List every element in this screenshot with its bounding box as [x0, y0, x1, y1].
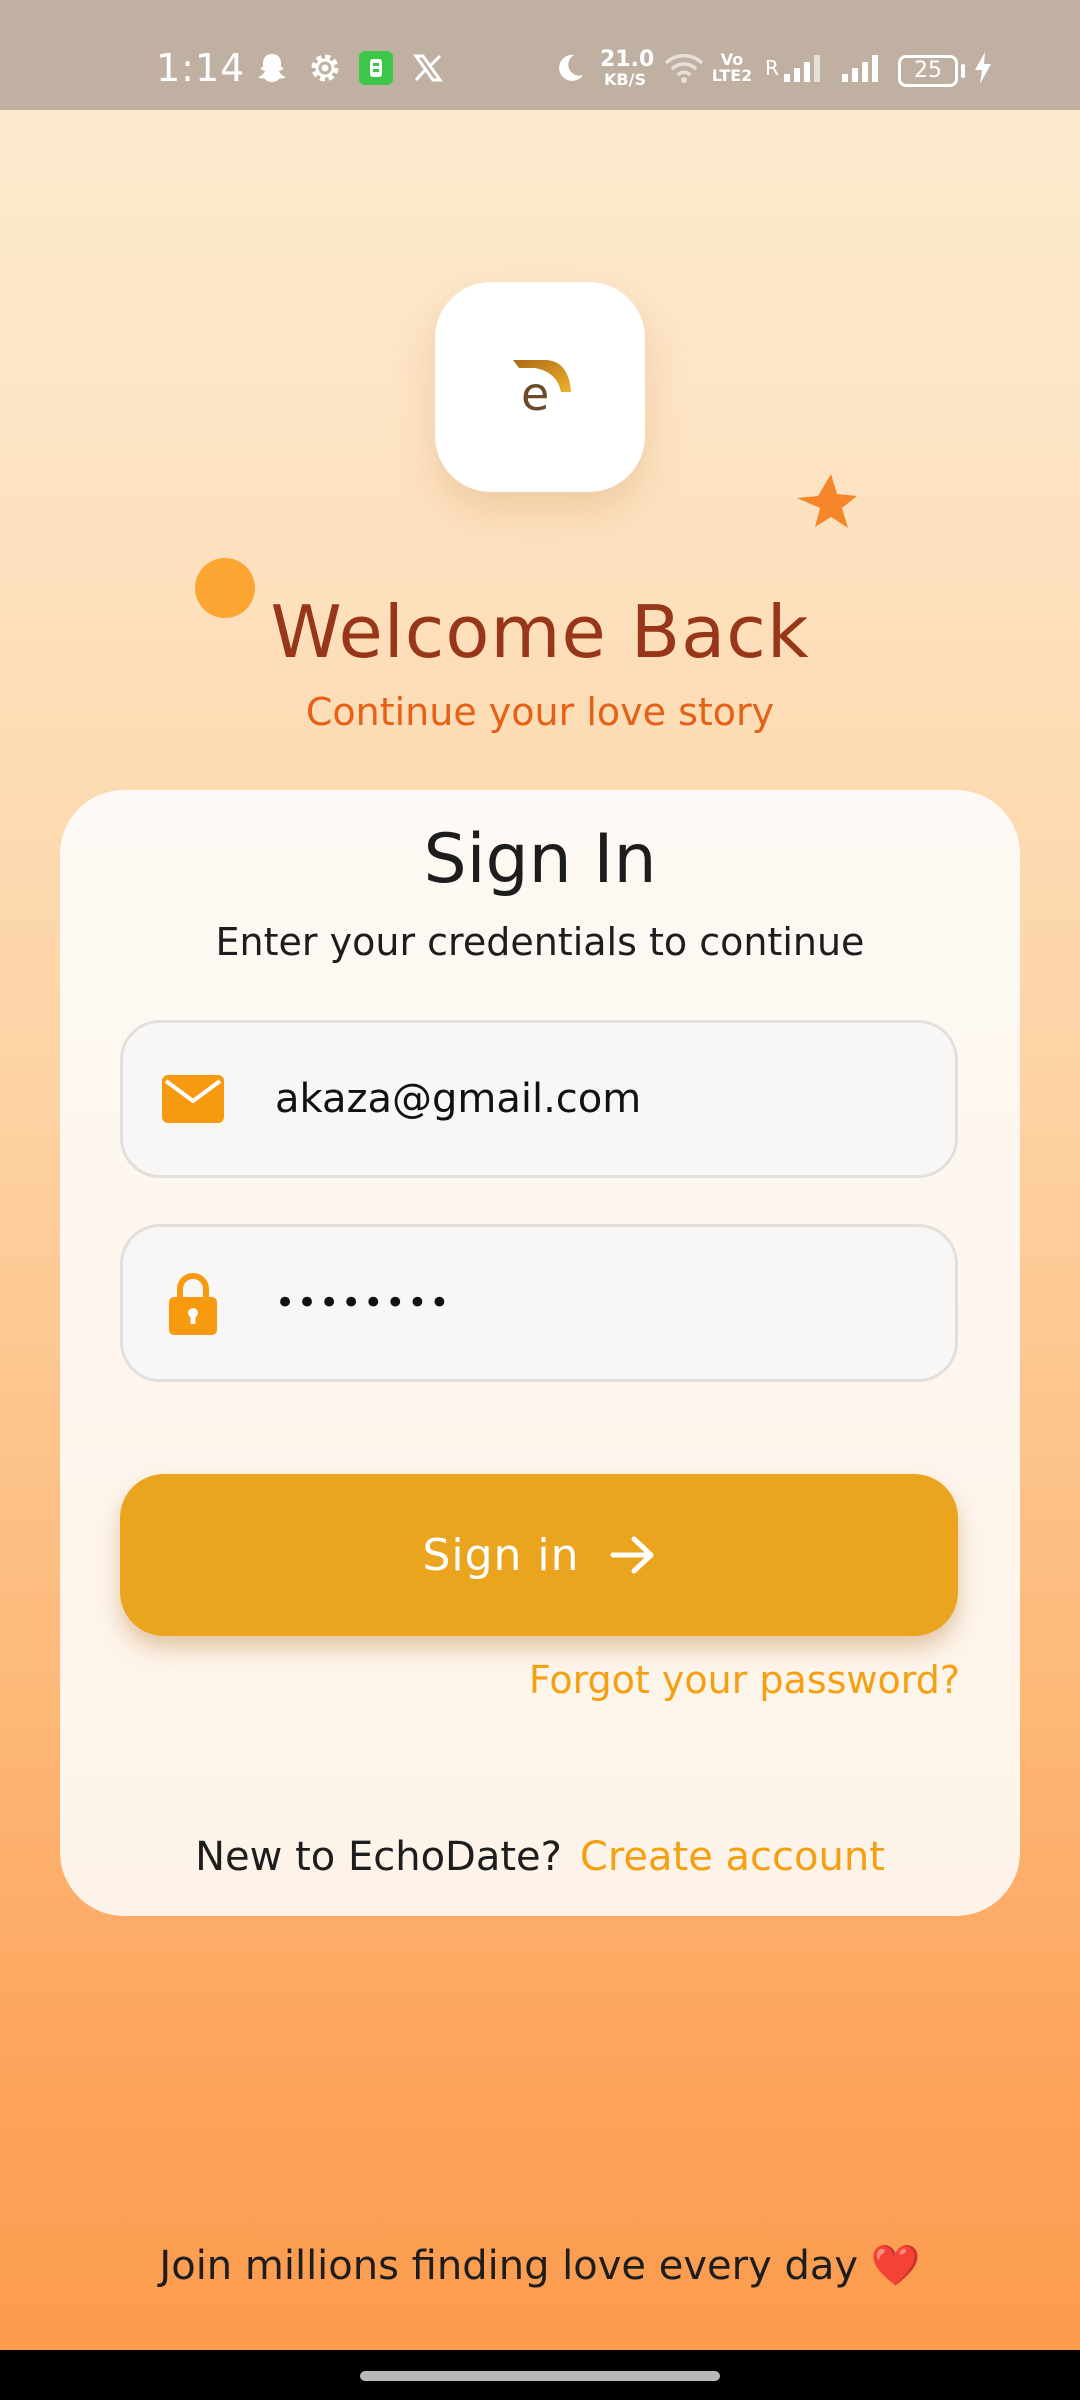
email-input[interactable]: [275, 1053, 915, 1145]
net-speed: 21.0 KB/S: [600, 49, 654, 90]
create-account-link[interactable]: Create account: [580, 1834, 885, 1880]
mail-icon: [161, 1067, 225, 1131]
signin-button[interactable]: Sign in: [120, 1474, 958, 1636]
password-input[interactable]: [275, 1257, 915, 1349]
signup-prompt: New to EchoDate?: [195, 1834, 562, 1880]
battery-tip: [961, 64, 965, 78]
echodate-logo-icon: e: [513, 360, 571, 421]
net-speed-value: 21.0: [600, 47, 655, 72]
navigation-bar: [0, 2350, 1080, 2400]
footer-tagline: Join millions finding love every day ❤️: [159, 2243, 921, 2289]
card-title: Sign In: [423, 820, 657, 899]
volte-indicator: Vo LTE2: [711, 50, 753, 85]
status-time: 1:14: [156, 46, 246, 90]
app-notification-icon: [356, 48, 396, 88]
signin-card: Sign In Enter your credentials to contin…: [60, 790, 1020, 1916]
email-field[interactable]: [120, 1020, 958, 1178]
home-gesture-handle[interactable]: [360, 2371, 720, 2381]
net-speed-unit: KB/S: [604, 70, 646, 89]
forgot-password-link[interactable]: Forgot your password?: [529, 1658, 960, 1702]
settings-icon: [305, 48, 345, 88]
page-subtitle: Continue your love story: [305, 690, 775, 734]
roaming-indicator: R: [765, 56, 779, 80]
star-decoration-icon: [795, 472, 859, 540]
logo-letter: e: [521, 367, 549, 421]
status-bar: 1:14 21.0 KB/S Vo LTE2 R 25: [0, 0, 1080, 110]
signup-row: New to EchoDate? Create account: [60, 1834, 1020, 1880]
lock-icon: [161, 1271, 225, 1335]
app-logo: e: [435, 282, 645, 492]
signal-icon: [838, 48, 888, 88]
wifi-icon: [664, 48, 704, 88]
arrow-right-icon: [610, 1535, 656, 1575]
signal-icon: [780, 48, 830, 88]
moon-icon: [552, 48, 588, 88]
card-subtitle: Enter your credentials to continue: [215, 920, 865, 964]
battery-level: 25: [914, 58, 942, 83]
charging-icon: [970, 48, 996, 88]
password-field[interactable]: [120, 1224, 958, 1382]
x-icon: [408, 48, 448, 88]
snapchat-icon: [252, 48, 292, 88]
battery-indicator: 25: [898, 55, 958, 87]
signin-button-label: Sign in: [422, 1529, 580, 1581]
page-title: Welcome Back: [270, 590, 810, 674]
